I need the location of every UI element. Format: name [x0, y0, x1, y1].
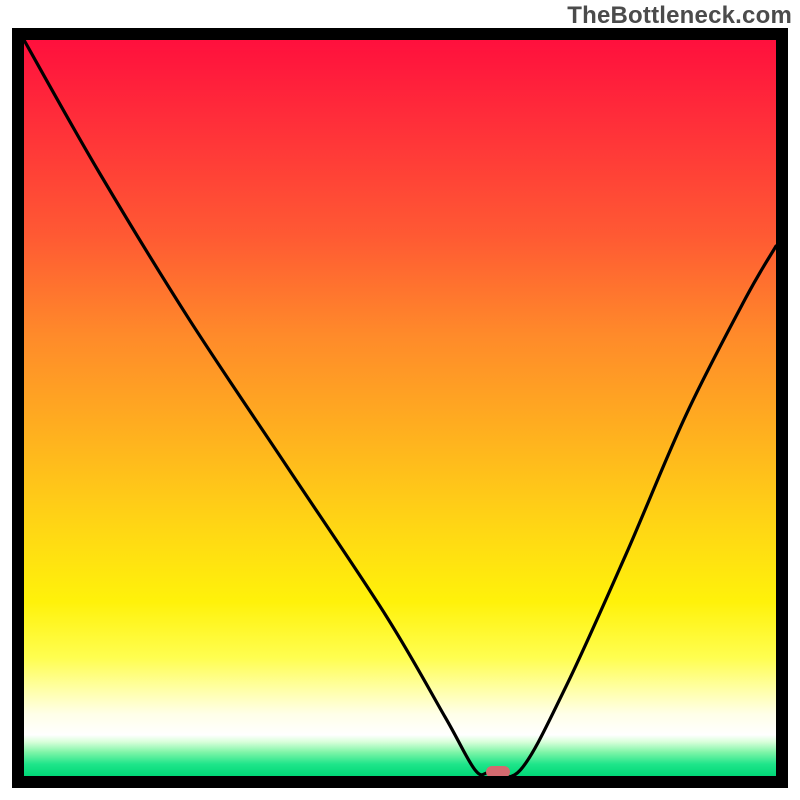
chart-container: TheBottleneck.com — [0, 0, 800, 800]
optimal-marker-icon — [486, 766, 510, 776]
chart-frame — [12, 28, 788, 788]
plot-area — [24, 40, 776, 776]
watermark-text: TheBottleneck.com — [567, 2, 792, 30]
bottleneck-curve — [24, 40, 776, 776]
